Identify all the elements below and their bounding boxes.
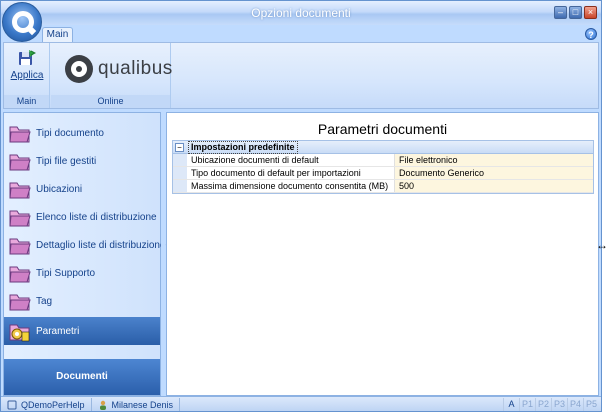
grid-group-label: Impostazioni predefinite: [188, 140, 298, 154]
status-page-p2[interactable]: P2: [535, 398, 551, 411]
property-name: Ubicazione documenti di default: [187, 154, 395, 166]
help-icon[interactable]: ?: [585, 28, 597, 40]
grid-row[interactable]: Massima dimensione documento consentita …: [173, 180, 593, 193]
nav-item-label: Parametri: [36, 325, 80, 337]
nav-item-label: Tipi documento: [36, 127, 104, 139]
nav-section-documenti[interactable]: Documenti: [4, 359, 160, 395]
nav-item-parametri[interactable]: Parametri: [4, 317, 160, 345]
window-controls: – □ ×: [554, 6, 597, 19]
nav-item-tag[interactable]: Tag: [4, 287, 160, 315]
maximize-button[interactable]: □: [569, 6, 582, 19]
property-value[interactable]: Documento Generico: [395, 167, 593, 179]
save-apply-icon: [19, 50, 36, 65]
status-database[interactable]: QDemoPerHelp: [1, 397, 92, 411]
status-user-label: Milanese Denis: [111, 399, 174, 410]
property-name: Massima dimensione documento consentita …: [187, 180, 395, 192]
window-title: Opzioni documenti: [251, 6, 351, 20]
status-page-p1[interactable]: P1: [519, 398, 535, 411]
applica-button[interactable]: Applica: [9, 47, 45, 89]
status-user[interactable]: Milanese Denis: [92, 397, 181, 411]
nav-item-label: Tipi file gestiti: [36, 155, 97, 167]
ribbon-group-online: qualibus Online: [51, 43, 173, 108]
folder-icon: [9, 238, 31, 255]
property-value[interactable]: File elettronico: [395, 154, 593, 166]
nav-item-label: Tag: [36, 295, 53, 307]
status-bar: QDemoPerHelp Milanese Denis A P1 P2 P3 P…: [1, 396, 601, 411]
status-page-p3[interactable]: P3: [551, 398, 567, 411]
user-icon: [99, 400, 106, 410]
title-bar: Opzioni documenti – □ ×: [1, 1, 601, 25]
nav-item-dettaglio-liste[interactable]: Dettaglio liste di distribuzione: [4, 231, 166, 259]
nav-item-tipi-documento[interactable]: Tipi documento: [4, 119, 160, 147]
grid-group-header[interactable]: − Impostazioni predefinite: [173, 140, 593, 154]
property-name: Tipo documento di default per importazio…: [187, 167, 395, 179]
ribbon: Applica Main qualibus Online: [3, 42, 599, 109]
qualibus-logo[interactable]: qualibus: [65, 55, 173, 83]
minimize-button[interactable]: –: [554, 6, 567, 19]
nav-item-label: Tipi Supporto: [36, 267, 96, 279]
nav-item-tipi-file-gestiti[interactable]: Tipi file gestiti: [4, 147, 160, 175]
left-navigation: Tipi documento Tipi file gestiti Ubicazi…: [3, 112, 166, 396]
status-pages: A P1 P2 P3 P4 P5: [503, 398, 599, 411]
status-page-p5[interactable]: P5: [583, 398, 599, 411]
folder-icon: [9, 210, 31, 227]
resize-cursor-icon: ↔: [596, 238, 608, 252]
ribbon-group-main: Applica Main: [4, 43, 50, 108]
status-database-label: QDemoPerHelp: [21, 399, 85, 410]
options-window: Opzioni documenti – □ × Main ? Applica M…: [0, 0, 602, 412]
status-page-p4[interactable]: P4: [567, 398, 583, 411]
close-button[interactable]: ×: [584, 6, 597, 19]
page-title: Parametri documenti: [317, 121, 448, 137]
row-indent: [173, 154, 187, 166]
nav-item-ubicazioni[interactable]: Ubicazioni: [4, 175, 160, 203]
nav-item-elenco-liste[interactable]: Elenco liste di distribuzione: [4, 203, 160, 231]
grid-row[interactable]: Tipo documento di default per importazio…: [173, 167, 593, 180]
database-icon: [7, 400, 17, 409]
group-label-online: Online: [51, 95, 170, 108]
row-indent: [173, 167, 187, 179]
status-page-a[interactable]: A: [503, 398, 519, 411]
qualibus-logo-icon: [65, 55, 93, 83]
nav-item-label: Dettaglio liste di distribuzione: [36, 239, 166, 251]
folder-icon: [9, 182, 31, 199]
panel-splitter[interactable]: [161, 112, 165, 396]
folder-icon: [9, 154, 31, 171]
property-grid: − Impostazioni predefinite Ubicazione do…: [172, 140, 594, 194]
ribbon-tabstrip: Main ?: [1, 25, 601, 42]
qualibus-logo-text: qualibus: [98, 58, 173, 79]
main-panel: Parametri documenti − Impostazioni prede…: [166, 112, 599, 396]
tab-main[interactable]: Main: [42, 27, 73, 42]
grid-row[interactable]: Ubicazione documenti di default File ele…: [173, 154, 593, 167]
group-label-main: Main: [4, 95, 49, 108]
app-menu-button[interactable]: [2, 2, 42, 42]
folder-icon: [9, 294, 31, 311]
applica-label: Applica: [10, 70, 44, 81]
nav-item-label: Ubicazioni: [36, 183, 83, 195]
folder-icon: [9, 266, 31, 283]
nav-item-tipi-supporto[interactable]: Tipi Supporto: [4, 259, 160, 287]
folder-icon: [9, 126, 31, 143]
app-logo-icon: [12, 11, 34, 33]
property-value[interactable]: 500: [395, 180, 593, 192]
row-indent: [173, 180, 187, 192]
gear-folder-icon: [9, 324, 30, 342]
nav-item-label: Elenco liste di distribuzione: [36, 211, 157, 223]
collapse-icon[interactable]: −: [175, 142, 184, 152]
